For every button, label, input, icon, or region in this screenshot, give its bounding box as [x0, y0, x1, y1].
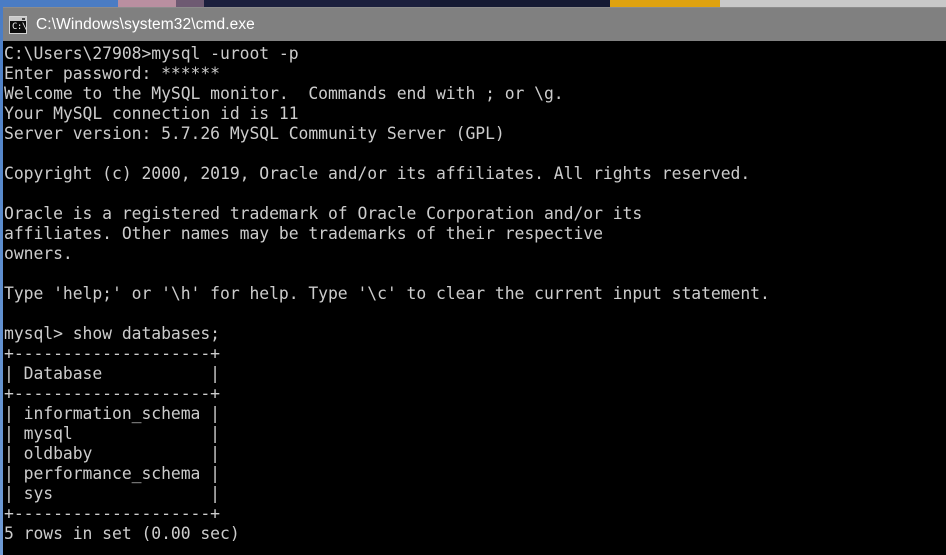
window-title-bar[interactable]: C:\ C:\Windows\system32\cmd.exe	[3, 7, 946, 41]
console-line: | performance_schema |	[4, 464, 220, 483]
console-output-area[interactable]: C:\Users\27908>mysql -uroot -p Enter pass…	[3, 41, 946, 554]
console-line: Server version: 5.7.26 MySQL Community S…	[4, 124, 505, 143]
desktop-strip-wallpaper-navy	[430, 0, 610, 7]
cmd-icon-titlebar	[10, 16, 26, 21]
console-line: | mysql |	[4, 424, 220, 443]
console-line: 5 rows in set (0.00 sec)	[4, 524, 240, 543]
command-prompt-window: C:\ C:\Windows\system32\cmd.exe C:\Users…	[3, 7, 946, 555]
cmd-icon-prompt-glyph: C:\	[12, 21, 27, 32]
desktop-strip-wallpaper-mauve	[176, 0, 204, 7]
console-line: Type 'help;' or '\h' for help. Type '\c'…	[4, 284, 770, 303]
console-line: | sys |	[4, 484, 220, 503]
console-line: Copyright (c) 2000, 2019, Oracle and/or …	[4, 164, 751, 183]
console-line: +--------------------+	[4, 384, 220, 403]
cmd-icon: C:\	[9, 15, 27, 34]
desktop-strip-wallpaper-amber	[610, 0, 720, 7]
console-line: Oracle is a registered trademark of Orac…	[4, 204, 643, 223]
console-line: owners.	[4, 244, 73, 263]
console-line: mysql> show databases;	[4, 324, 220, 343]
console-line: C:\Users\27908>mysql -uroot -p	[4, 44, 299, 63]
console-line: +--------------------+	[4, 344, 220, 363]
console-line: Your MySQL connection id is 11	[4, 104, 299, 123]
console-line: | information_schema |	[4, 404, 220, 423]
console-line: Enter password: ******	[4, 64, 220, 83]
console-line: +--------------------+	[4, 504, 220, 523]
desktop-strip-taskbar-blue	[0, 0, 118, 7]
desktop-background-strip	[0, 0, 946, 7]
console-line: Welcome to the MySQL monitor. Commands e…	[4, 84, 564, 103]
desktop-strip-wallpaper-darknavy	[204, 0, 430, 7]
desktop-strip-wallpaper-pink	[118, 0, 176, 7]
desktop-strip-wallpaper-lightgray	[720, 0, 946, 7]
window-title-text: C:\Windows\system32\cmd.exe	[36, 15, 255, 33]
console-line: | Database |	[4, 364, 220, 383]
console-line: affiliates. Other names may be trademark…	[4, 224, 603, 243]
console-line: | oldbaby |	[4, 444, 220, 463]
